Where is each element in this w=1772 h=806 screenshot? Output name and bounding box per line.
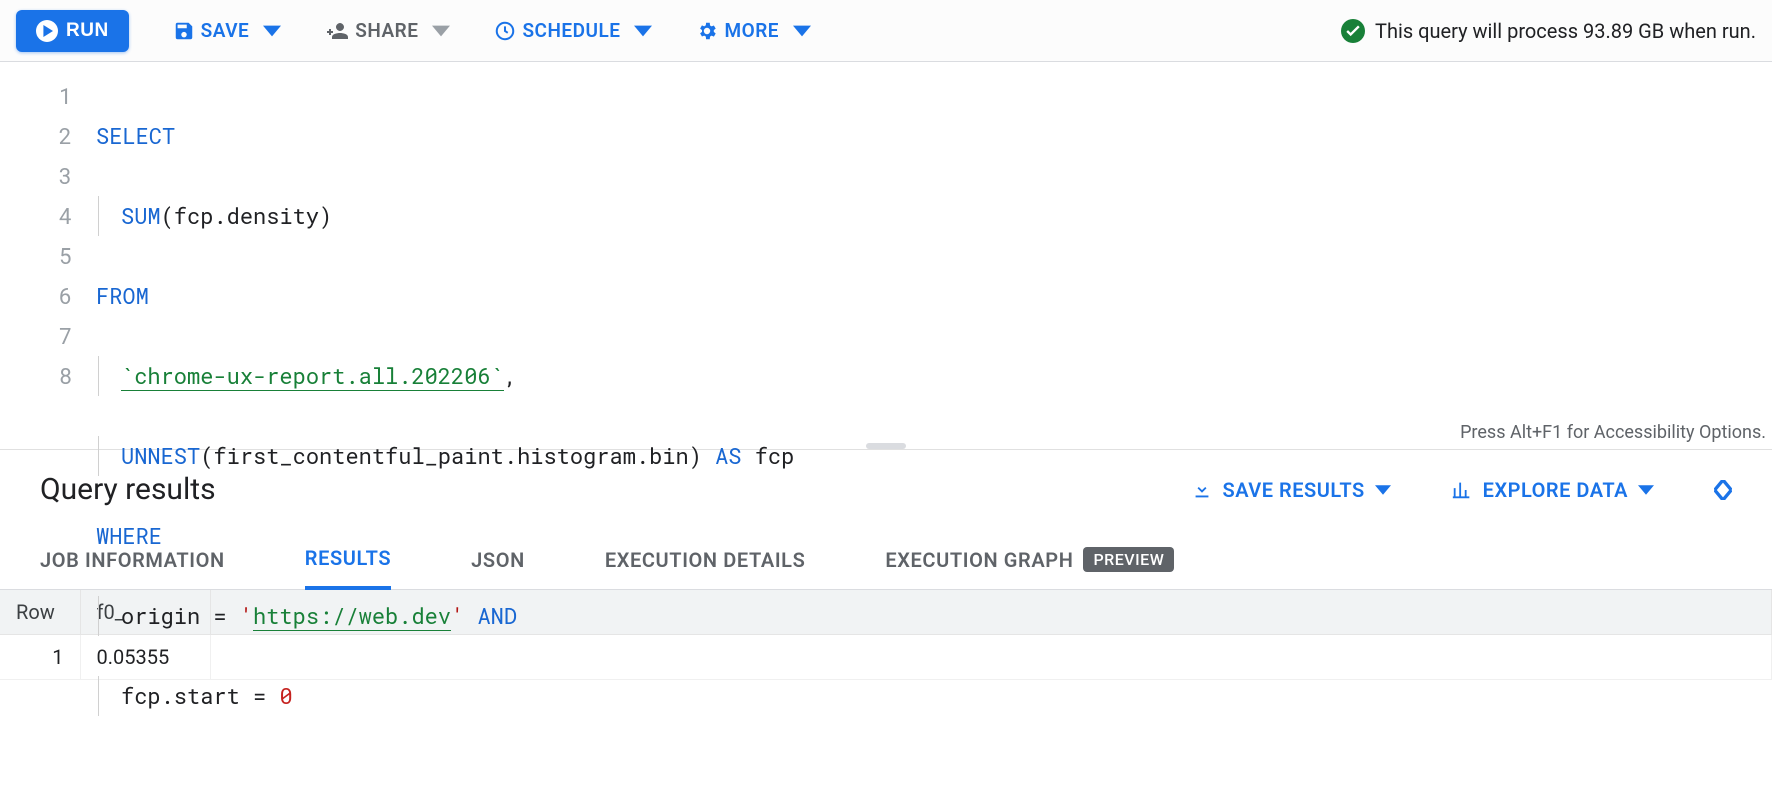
play-icon [36, 20, 58, 42]
clock-icon [494, 20, 516, 42]
run-button[interactable]: RUN [16, 10, 129, 52]
save-button[interactable]: SAVE [173, 19, 282, 42]
more-button[interactable]: MORE [696, 19, 811, 42]
more-label: MORE [724, 19, 779, 42]
save-icon [173, 20, 195, 42]
query-toolbar: RUN SAVE SHARE SCHEDULE MORE This query … [0, 0, 1772, 62]
resize-handle[interactable] [866, 443, 906, 449]
check-circle-icon [1341, 19, 1365, 43]
chevron-down-icon [263, 22, 281, 40]
run-label: RUN [66, 20, 109, 42]
accessibility-hint: Press Alt+F1 for Accessibility Options. [1460, 422, 1766, 443]
col-row[interactable]: Row [0, 590, 80, 635]
chevron-down-icon [793, 22, 811, 40]
code-area[interactable]: SELECT SUM(fcp.density) FROM `chrome-ux-… [90, 62, 1772, 449]
sql-editor[interactable]: 1 2 3 4 5 6 7 8 SELECT SUM(fcp.density) … [0, 62, 1772, 450]
share-icon [325, 19, 349, 43]
cell-rownum: 1 [0, 635, 80, 680]
share-button[interactable]: SHARE [325, 19, 450, 43]
save-label: SAVE [201, 19, 250, 42]
gear-icon [696, 20, 718, 42]
chevron-down-icon [432, 22, 450, 40]
share-label: SHARE [355, 19, 418, 42]
status-text: This query will process 93.89 GB when ru… [1375, 19, 1756, 43]
schedule-button[interactable]: SCHEDULE [494, 19, 652, 42]
query-status: This query will process 93.89 GB when ru… [1341, 19, 1756, 43]
chevron-down-icon [634, 22, 652, 40]
schedule-label: SCHEDULE [522, 19, 620, 42]
line-gutter: 1 2 3 4 5 6 7 8 [0, 62, 90, 449]
